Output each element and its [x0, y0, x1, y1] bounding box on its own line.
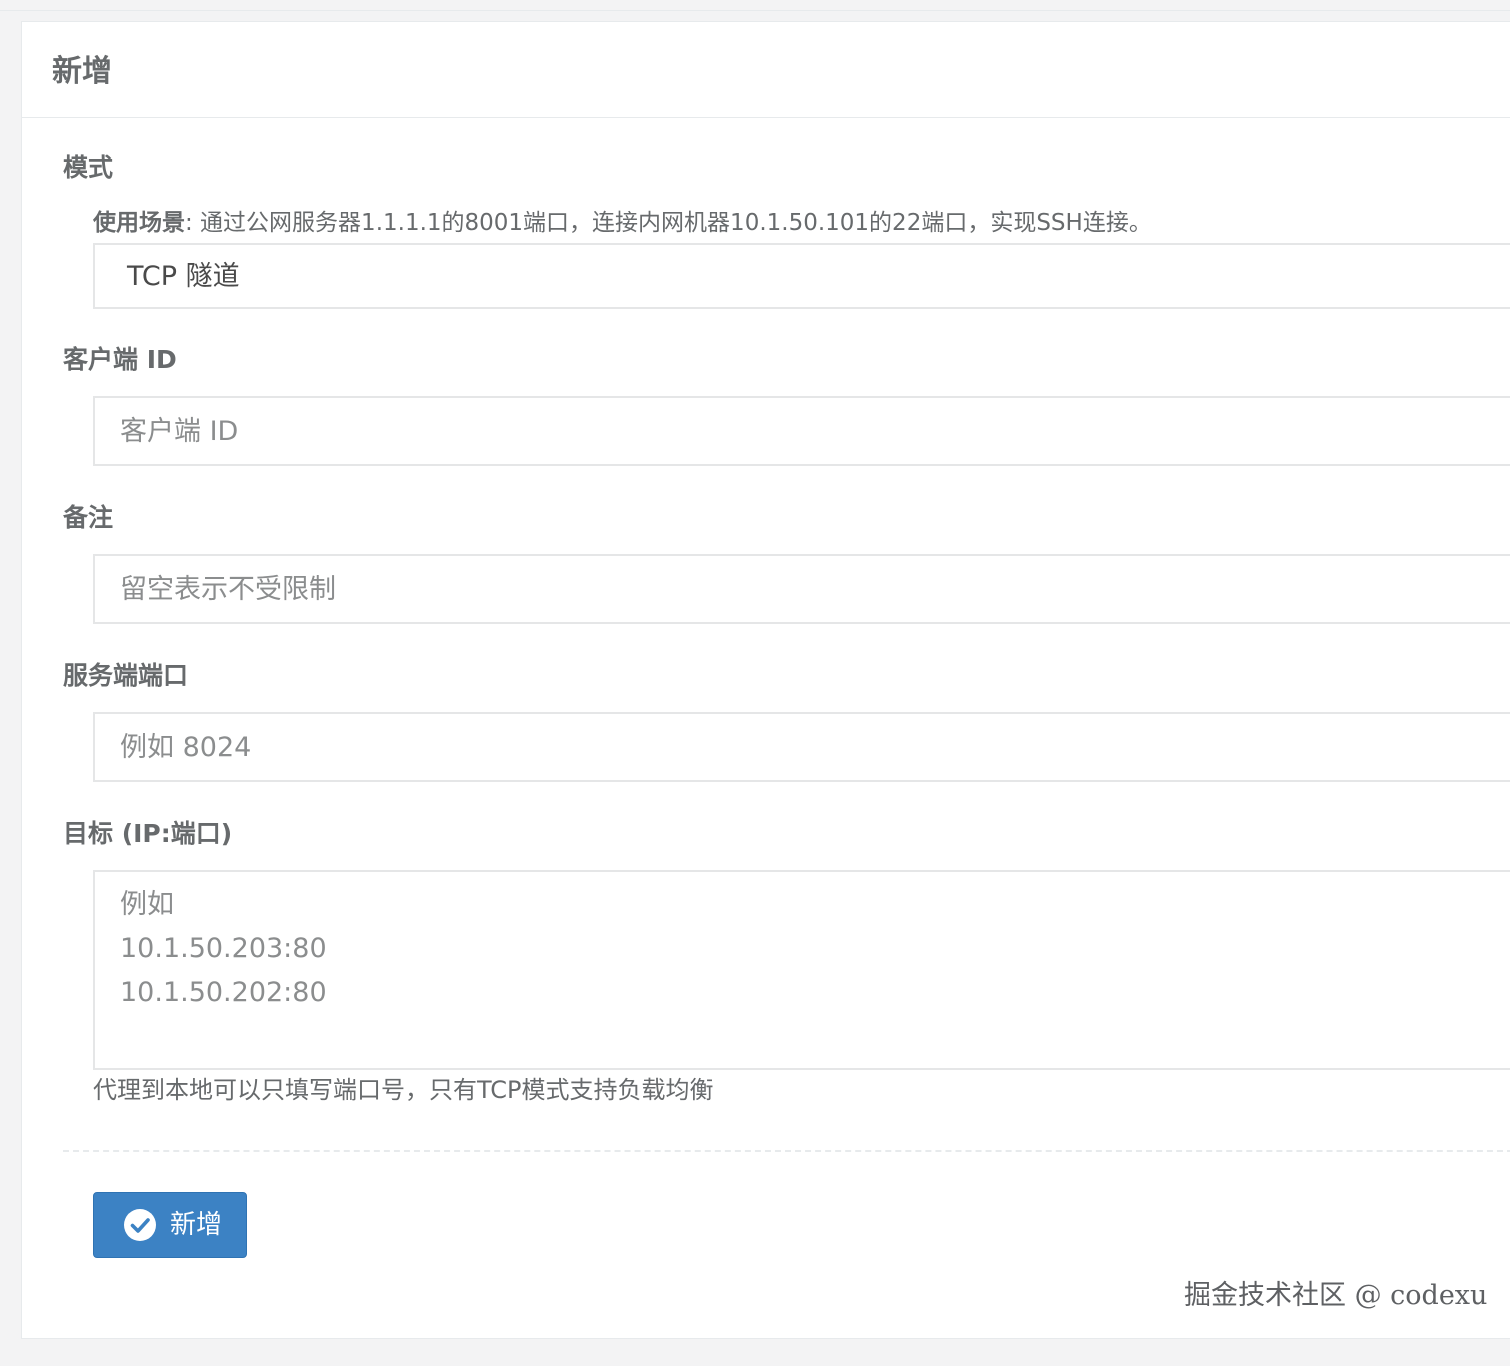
- server-port-label: 服务端端口: [63, 661, 189, 690]
- remark-label: 备注: [63, 503, 114, 532]
- add-submit-button[interactable]: 新增: [93, 1192, 247, 1258]
- watermark: 掘金技术社区 @ codexu: [1184, 1280, 1488, 1311]
- mode-hint-prefix: 使用场景: [93, 210, 185, 236]
- client-id-label: 客户端 ID: [63, 345, 177, 374]
- remark-input[interactable]: [93, 554, 1510, 624]
- top-bar: [0, 0, 1510, 11]
- panel-title: 新增: [52, 54, 112, 89]
- panel-header: 新增: [22, 22, 1510, 118]
- add-form-panel: 新增 模式 使用场景: 通过公网服务器1.1.1.1的8001端口，连接内网机器…: [21, 21, 1510, 1339]
- target-placeholder-line: 例如: [120, 889, 174, 920]
- check-circle-icon: [124, 1209, 156, 1241]
- target-help-text: 代理到本地可以只填写端口号，只有TCP模式支持负载均衡: [93, 1076, 714, 1104]
- mode-hint: 使用场景: 通过公网服务器1.1.1.1的8001端口，连接内网机器10.1.5…: [93, 208, 1152, 238]
- mode-hint-text: : 通过公网服务器1.1.1.1的8001端口，连接内网机器10.1.50.10…: [185, 210, 1152, 236]
- target-textarea[interactable]: 例如 10.1.50.203:80 10.1.50.202:80: [93, 870, 1510, 1070]
- server-port-input[interactable]: [93, 712, 1510, 782]
- mode-select[interactable]: TCP 隧道: [93, 243, 1510, 309]
- form-divider: [63, 1150, 1510, 1152]
- mode-select-value: TCP 隧道: [127, 261, 240, 292]
- client-id-input[interactable]: [93, 396, 1510, 466]
- target-placeholder-line: 10.1.50.202:80: [120, 977, 327, 1008]
- target-placeholder-line: 10.1.50.203:80: [120, 933, 327, 964]
- mode-label: 模式: [63, 153, 114, 182]
- target-label: 目标 (IP:端口): [63, 819, 233, 848]
- add-submit-label: 新增: [170, 1210, 223, 1240]
